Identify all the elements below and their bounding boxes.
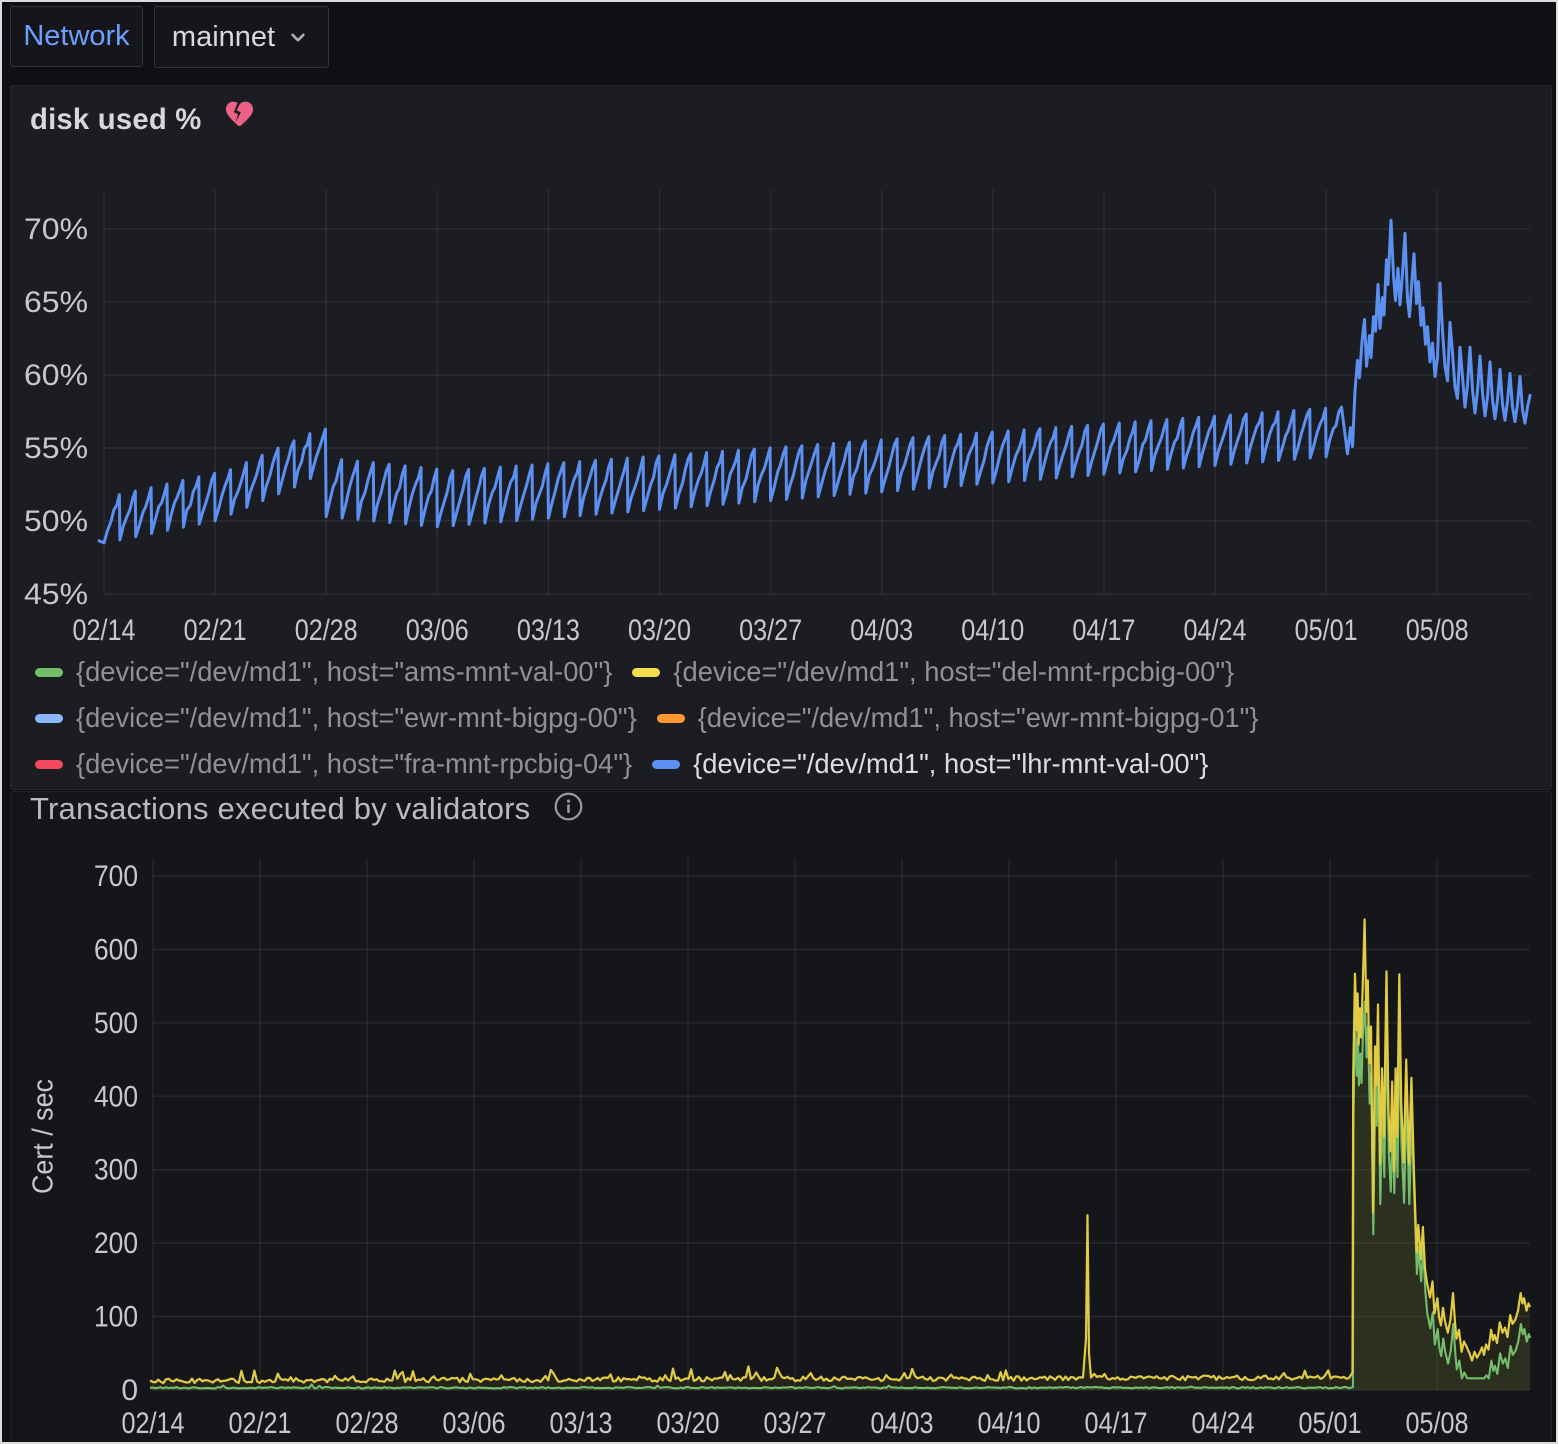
- svg-text:04/17: 04/17: [1085, 1407, 1148, 1440]
- svg-text:02/14: 02/14: [73, 614, 136, 647]
- svg-text:02/14: 02/14: [122, 1407, 185, 1440]
- svg-text:05/08: 05/08: [1406, 1407, 1469, 1440]
- svg-text:03/20: 03/20: [657, 1407, 720, 1440]
- svg-text:600: 600: [94, 933, 138, 966]
- svg-text:700: 700: [94, 860, 138, 893]
- svg-text:05/08: 05/08: [1406, 614, 1469, 647]
- svg-text:03/27: 03/27: [739, 614, 802, 647]
- svg-text:05/01: 05/01: [1299, 1407, 1362, 1440]
- svg-text:04/24: 04/24: [1192, 1407, 1255, 1440]
- svg-text:200: 200: [94, 1227, 138, 1260]
- svg-text:04/17: 04/17: [1072, 614, 1135, 647]
- svg-text:45%: 45%: [24, 578, 88, 611]
- svg-text:300: 300: [94, 1154, 138, 1187]
- svg-text:04/03: 04/03: [871, 1407, 934, 1440]
- svg-text:04/03: 04/03: [850, 614, 913, 647]
- svg-text:500: 500: [94, 1007, 138, 1040]
- svg-text:03/06: 03/06: [443, 1407, 506, 1440]
- svg-text:65%: 65%: [24, 286, 88, 319]
- svg-text:02/21: 02/21: [229, 1407, 292, 1440]
- svg-text:04/10: 04/10: [961, 614, 1024, 647]
- svg-text:03/06: 03/06: [406, 614, 469, 647]
- svg-text:60%: 60%: [24, 359, 88, 392]
- svg-text:03/13: 03/13: [550, 1407, 613, 1440]
- svg-text:04/10: 04/10: [978, 1407, 1041, 1440]
- svg-text:100: 100: [94, 1301, 138, 1334]
- svg-text:55%: 55%: [24, 432, 88, 465]
- svg-text:Cert / sec: Cert / sec: [28, 1079, 60, 1194]
- svg-text:03/13: 03/13: [517, 614, 580, 647]
- svg-text:05/01: 05/01: [1295, 614, 1358, 647]
- svg-text:04/24: 04/24: [1184, 614, 1247, 647]
- svg-text:70%: 70%: [24, 213, 88, 246]
- svg-text:03/20: 03/20: [628, 614, 691, 647]
- svg-text:0: 0: [121, 1374, 138, 1407]
- svg-text:02/28: 02/28: [336, 1407, 399, 1440]
- svg-text:50%: 50%: [24, 505, 88, 538]
- svg-text:02/28: 02/28: [295, 614, 358, 647]
- svg-text:02/21: 02/21: [184, 614, 247, 647]
- svg-text:400: 400: [94, 1080, 138, 1113]
- svg-text:03/27: 03/27: [764, 1407, 827, 1440]
